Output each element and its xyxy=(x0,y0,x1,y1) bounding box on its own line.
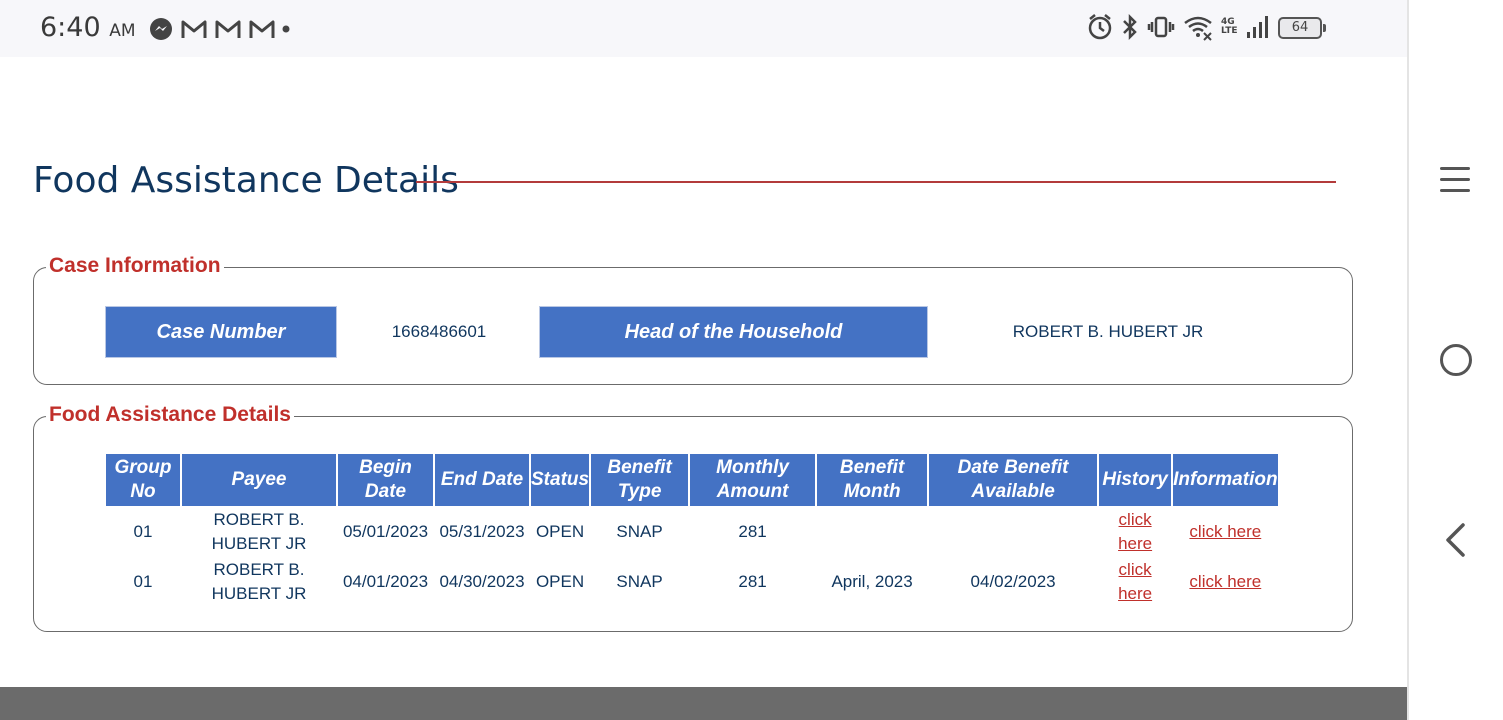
cell-information: click here xyxy=(1173,508,1278,556)
case-information-section: Case Information Case Number 1668486601 … xyxy=(33,254,1353,385)
cell-group-no: 01 xyxy=(133,522,153,541)
cell-begin-date: 05/01/2023 xyxy=(342,522,429,541)
head-of-household-label: Head of the Household xyxy=(539,306,928,358)
col-date-benefit-available: Date Benefit Available xyxy=(929,454,1098,506)
cell-end-date: 05/31/2023 xyxy=(439,522,525,541)
cell-history: click here xyxy=(1099,508,1171,556)
food-assistance-legend: Food Assistance Details xyxy=(46,403,294,427)
food-assistance-table: Group No Payee Begin Date End Date Statu… xyxy=(104,452,1280,608)
information-link[interactable]: click here xyxy=(1189,572,1261,591)
clock-time: 6:40 xyxy=(40,12,101,43)
head-of-household-value: ROBERT B. HUBERT JR xyxy=(1012,322,1204,341)
cell-monthly-amount: 281 xyxy=(738,522,767,541)
home-icon[interactable] xyxy=(1440,344,1472,376)
col-monthly-amount: Monthly Amount xyxy=(690,454,816,506)
case-information-legend: Case Information xyxy=(46,254,224,278)
navigation-bar xyxy=(1407,0,1503,720)
page-title: Food Assistance Details xyxy=(33,160,459,201)
lte-icon: 4G LTE xyxy=(1221,17,1238,36)
col-group-no: Group No xyxy=(106,454,180,506)
history-link[interactable]: click here xyxy=(1118,560,1152,603)
cell-status: OPEN xyxy=(535,522,585,541)
signal-icon xyxy=(1247,16,1268,38)
back-icon[interactable] xyxy=(1443,522,1467,558)
status-bar: 6:40 AM 4G LTE 64 xyxy=(0,0,1407,57)
food-assistance-section: Food Assistance Details Group No Payee B… xyxy=(33,403,1353,632)
case-number-value: 1668486601 xyxy=(391,322,487,341)
cell-monthly-amount: 281 xyxy=(738,572,767,591)
col-history: History xyxy=(1099,454,1172,506)
vibrate-icon xyxy=(1147,16,1175,38)
col-payee: Payee xyxy=(182,454,336,506)
cell-date-benefit-available xyxy=(929,508,1097,556)
table-row: 01 ROBERT B. HUBERT JR 04/01/2023 04/30/… xyxy=(106,558,1278,606)
gmail-icon xyxy=(215,20,241,38)
col-benefit-month: Benefit Month xyxy=(817,454,928,506)
cell-benefit-month xyxy=(817,508,927,556)
cell-begin-date: 04/01/2023 xyxy=(342,572,429,591)
system-icons: 4G LTE xyxy=(1087,13,1269,41)
cell-end-date: 04/30/2023 xyxy=(439,572,525,591)
cell-date-benefit-available: 04/02/2023 xyxy=(970,572,1056,591)
cell-information: click here xyxy=(1173,558,1278,606)
bluetooth-icon xyxy=(1123,13,1137,41)
history-link[interactable]: click here xyxy=(1118,510,1152,553)
cell-payee: ROBERT B. HUBERT JR xyxy=(211,510,307,553)
gmail-icon xyxy=(249,20,275,38)
gmail-icon xyxy=(181,20,207,38)
alarm-icon xyxy=(1088,14,1112,40)
cell-group-no: 01 xyxy=(133,572,153,591)
cell-benefit-type: SNAP xyxy=(616,572,663,591)
notification-icons xyxy=(148,16,290,42)
table-row: 01 ROBERT B. HUBERT JR 05/01/2023 05/31/… xyxy=(106,508,1278,556)
clock-ampm: AM xyxy=(109,21,136,41)
case-number-label: Case Number xyxy=(105,306,337,358)
col-benefit-type: Benefit Type xyxy=(591,454,689,506)
dot-icon xyxy=(282,25,290,33)
information-link[interactable]: click here xyxy=(1189,522,1261,541)
cell-history: click here xyxy=(1099,558,1171,606)
wifi-icon xyxy=(1184,16,1212,41)
col-end-date: End Date xyxy=(435,454,529,506)
messenger-icon xyxy=(150,18,172,40)
title-divider xyxy=(416,181,1336,183)
table-header-row: Group No Payee Begin Date End Date Statu… xyxy=(106,454,1278,506)
battery-icon: 64 xyxy=(1278,17,1326,39)
cell-benefit-month: April, 2023 xyxy=(831,572,913,591)
footer-bar xyxy=(0,687,1407,720)
col-begin-date: Begin Date xyxy=(338,454,433,506)
col-information: Information xyxy=(1173,454,1278,506)
col-status: Status xyxy=(531,454,590,506)
cell-status: OPEN xyxy=(535,572,585,591)
clock: 6:40 AM xyxy=(40,12,136,43)
cell-payee: ROBERT B. HUBERT JR xyxy=(211,560,307,603)
battery-level: 64 xyxy=(1291,20,1309,35)
menu-icon[interactable] xyxy=(1440,167,1470,200)
cell-benefit-type: SNAP xyxy=(616,522,663,541)
